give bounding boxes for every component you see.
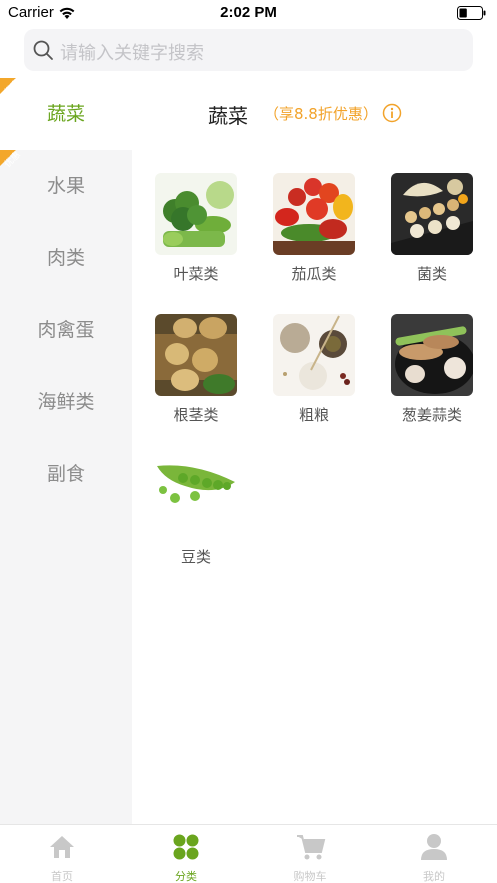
tab-label: 购物车 (293, 870, 327, 883)
status-bar: Carrier 2:02 PM (0, 0, 497, 26)
peas-image (155, 456, 237, 538)
subcategory-label: 根茎类 (173, 406, 219, 424)
subcategory-beans[interactable]: 豆类 (146, 456, 246, 576)
category-sidebar: 优惠 蔬菜 优惠 水果 肉类 肉禽蛋 海鲜类 副食 (0, 78, 132, 824)
grains-image (273, 314, 355, 396)
subcategory-root-vegetables[interactable]: 根茎类 (146, 314, 246, 434)
subcategory-label: 粗粮 (298, 406, 329, 424)
sidebar-item-label: 水果 (46, 175, 85, 197)
category-title: 蔬菜 (208, 104, 248, 128)
tomatoes-peppers-image (273, 173, 355, 255)
tab-label: 分类 (175, 870, 197, 883)
subcategory-mushrooms[interactable]: 菌类 (382, 173, 482, 293)
tab-cart[interactable]: 购物车 (248, 825, 372, 883)
battery-icon (457, 5, 487, 24)
category-content: 蔬菜 （享8.8折优惠） 叶菜类 茄瓜类 菌类 根茎类 粗粮 葱姜蒜类 豆类 (132, 78, 497, 824)
tab-profile[interactable]: 我的 (372, 825, 496, 883)
subcategory-scallion-ginger-garlic[interactable]: 葱姜蒜类 (382, 314, 482, 434)
subcategory-eggplant-squash[interactable]: 茄瓜类 (264, 173, 364, 293)
sidebar-item-seafood[interactable]: 海鲜类 (0, 366, 132, 438)
promo-tag: 优惠 (0, 78, 36, 114)
mushrooms-image (391, 173, 473, 255)
search-icon (32, 39, 54, 65)
category-icon (172, 833, 200, 865)
subcategory-label: 菌类 (416, 265, 447, 283)
category-header: 蔬菜 （享8.8折优惠） (132, 78, 497, 150)
subcategory-label: 豆类 (180, 548, 211, 566)
sidebar-item-label: 海鲜类 (37, 391, 95, 413)
sidebar-item-staples[interactable]: 副食 (0, 438, 132, 510)
sidebar-item-label: 肉类 (46, 247, 85, 269)
sidebar-item-vegetables[interactable]: 优惠 蔬菜 (0, 78, 132, 150)
sidebar-item-label: 蔬菜 (46, 103, 85, 125)
tab-bar: 首页 分类 购物车 我的 (0, 824, 497, 883)
sidebar-item-poultry-eggs[interactable]: 肉禽蛋 (0, 294, 132, 366)
subcategory-label: 茄瓜类 (291, 265, 337, 283)
tab-category[interactable]: 分类 (124, 825, 248, 883)
sidebar-item-meat[interactable]: 肉类 (0, 222, 132, 294)
clock: 2:02 PM (220, 4, 277, 21)
promo-tag: 优惠 (0, 150, 36, 186)
subcategory-label: 叶菜类 (173, 265, 219, 283)
tab-label: 首页 (51, 870, 73, 883)
cart-icon (296, 833, 326, 865)
potatoes-image (155, 314, 237, 396)
sidebar-item-fruit[interactable]: 优惠 水果 (0, 150, 132, 222)
sidebar-item-label: 肉禽蛋 (37, 319, 95, 341)
broccoli-image (155, 173, 237, 255)
ginger-garlic-image (391, 314, 473, 396)
info-icon[interactable] (382, 103, 402, 127)
home-icon (48, 833, 76, 865)
discount-label: （享8.8折优惠） (264, 105, 378, 123)
subcategory-coarse-grains[interactable]: 粗粮 (264, 314, 364, 434)
tab-home[interactable]: 首页 (0, 825, 124, 883)
profile-icon (420, 833, 448, 865)
search-bar[interactable]: 请输入关键字搜索 (24, 29, 473, 71)
subcategory-label: 葱姜蒜类 (401, 406, 462, 424)
search-input[interactable]: 请输入关键字搜索 (60, 39, 204, 65)
subcategory-leafy-greens[interactable]: 叶菜类 (146, 173, 246, 293)
sidebar-item-label: 副食 (46, 463, 85, 485)
tab-label: 我的 (423, 870, 445, 883)
